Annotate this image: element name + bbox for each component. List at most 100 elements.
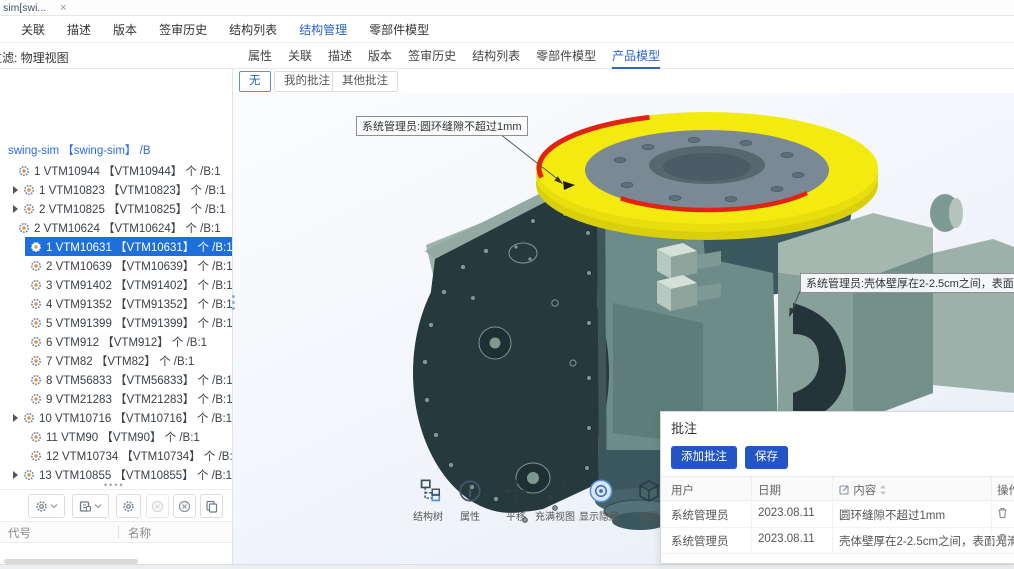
tree-item-label: 11 VTM90 【VTM90】 个 /B:1	[46, 429, 200, 445]
tree-item-vtm10631-selected[interactable]: 1 VTM10631 【VTM10631】 个 /B:1	[25, 237, 233, 256]
tree-item-vtm90[interactable]: 11 VTM90 【VTM90】 个 /B:1	[0, 427, 233, 446]
tree-item-vtm10823[interactable]: 1 VTM10823 【VTM10823】 个 /B:1	[0, 180, 233, 199]
app-window: sim[swi... × 属性 关联 描述 版本 签审历史 结构列表 结构管理 …	[0, 0, 1014, 569]
tool-pan-label: 平移	[506, 508, 526, 523]
annotation-row-2[interactable]: 系统管理员 2023.08.11 壳体壁厚在2-2.5cm之间，表面光滑无磨损	[661, 528, 1014, 554]
tree-item-vtm10716[interactable]: 10 VTM10716 【VTM10716】 个 /B:1	[0, 408, 233, 427]
tab-structure-list[interactable]: 结构列表	[472, 43, 520, 69]
menu-item-version[interactable]: 版本	[113, 21, 137, 38]
tab-properties[interactable]: 属性	[248, 43, 272, 69]
column-content-label: 内容	[853, 485, 876, 497]
column-actions[interactable]: 操作	[997, 482, 1014, 498]
tree-item-label: 12 VTM10734 【VTM10734】 个 /B:1	[46, 448, 233, 464]
tab-review-history[interactable]: 签审历史	[408, 43, 456, 69]
expand-arrow-icon[interactable]	[13, 205, 18, 213]
tree-item-vtm21283[interactable]: 9 VTM21283 【VTM21283】 个 /B:1	[0, 389, 233, 408]
tab-close-icon[interactable]: ×	[60, 2, 66, 14]
tool-view-label: 视图	[639, 508, 659, 523]
model-stub-a-cap	[949, 198, 963, 228]
expand-arrow-icon[interactable]	[13, 414, 18, 422]
tree-item-vtm91352[interactable]: 4 VTM91352 【VTM91352】 个 /B:1	[0, 294, 233, 313]
part-icon	[30, 260, 42, 272]
filter-none-button[interactable]: 无	[239, 71, 271, 92]
copy-button[interactable]	[200, 494, 223, 518]
delete-icon[interactable]	[997, 507, 1008, 519]
annotation-row-1[interactable]: 系统管理员 2023.08.11 圆环缝隙不超过1mm	[661, 502, 1014, 528]
tree-item-label: 5 VTM91399 【VTM91399】 个 /B:1	[46, 315, 233, 331]
menu-item-structure-list[interactable]: 结构列表	[229, 21, 277, 38]
tree-root-item[interactable]: swing-sim 【swing-sim】 /B	[8, 142, 151, 161]
circle-cross-icon	[151, 500, 164, 513]
browser-tab[interactable]: sim[swi... ×	[3, 1, 67, 15]
tab-version[interactable]: 版本	[368, 43, 392, 69]
tree-item-vtm10624[interactable]: 2 VTM10624 【VTM10624】 个 /B:1	[0, 218, 233, 237]
column-date[interactable]: 日期	[758, 482, 781, 498]
expand-arrow-icon[interactable]	[13, 186, 18, 194]
tree-item-vtm56833[interactable]: 8 VTM56833 【VTM56833】 个 /B:1	[0, 370, 233, 389]
tree-item-vtm91399[interactable]: 5 VTM91399 【VTM91399】 个 /B:1	[0, 313, 233, 332]
annotation-date: 2023.08.11	[758, 507, 815, 519]
tree-item-vtm912[interactable]: 6 VTM912 【VTM912】 个 /B:1	[0, 332, 233, 351]
save-button[interactable]: 保存	[745, 446, 788, 469]
part-icon	[30, 431, 42, 443]
annotation-actions	[997, 533, 1014, 548]
part-icon	[30, 336, 42, 348]
tree-item-vtm10639[interactable]: 2 VTM10639 【VTM10639】 个 /B:1	[0, 256, 233, 275]
annotation-date: 2023.08.11	[758, 533, 815, 545]
column-name[interactable]: 名称	[128, 525, 151, 541]
tab-description[interactable]: 描述	[328, 43, 352, 69]
part-icon	[23, 203, 35, 215]
stamp-menu-button[interactable]	[72, 494, 109, 518]
remove-button-disabled	[146, 494, 169, 518]
copy-icon	[205, 500, 218, 513]
callout-wall-thickness[interactable]: 系统管理员:壳体壁厚在2-2.5cm之间，表面光滑无磨损	[800, 273, 1014, 293]
annotation-actions	[997, 507, 1014, 522]
tree-item-label: 3 VTM91402 【VTM91402】 个 /B:1	[46, 277, 233, 293]
add-annotation-button[interactable]: 添加批注	[671, 446, 737, 469]
filter-label: 过滤: 物理视图	[0, 49, 69, 66]
column-divider[interactable]	[118, 525, 119, 539]
structure-tree-icon	[418, 478, 444, 504]
menu-item-description[interactable]: 描述	[67, 21, 91, 38]
parts-table-header: 代号 名称	[0, 521, 233, 543]
annotations-panel-title: 批注	[671, 418, 697, 437]
sub-header: 过滤: 物理视图 属性 关联 描述 版本 签审历史 结构列表 零部件模型 产品模…	[0, 43, 1014, 69]
menu-item-review-history[interactable]: 签审历史	[159, 21, 207, 38]
fit-view-icon	[544, 478, 570, 504]
tree-item-vtm91402[interactable]: 3 VTM91402 【VTM91402】 个 /B:1	[0, 275, 233, 294]
tree-item-vtm82[interactable]: 7 VTM82 【VTM82】 个 /B:1	[0, 351, 233, 370]
delete-icon[interactable]	[997, 533, 1008, 545]
tree-item-label: 1 VTM10631 【VTM10631】 个 /B:1	[46, 239, 233, 255]
gear-button[interactable]	[116, 494, 141, 518]
part-icon	[18, 165, 30, 177]
cancel-button[interactable]	[173, 494, 196, 518]
tree-item-vtm10825[interactable]: 2 VTM10825 【VTM10825】 个 /B:1	[0, 199, 233, 218]
show-hide-icon	[588, 478, 614, 504]
panel-collapse-handle[interactable]: ••••	[104, 483, 130, 487]
menu-item-relations[interactable]: 关联	[21, 21, 45, 38]
callout-ring-gap[interactable]: 系统管理员:圆环缝隙不超过1mm	[356, 116, 528, 136]
menu-item-part-model[interactable]: 零部件模型	[369, 21, 429, 38]
tree-item-label: 10 VTM10716 【VTM10716】 个 /B:1	[39, 410, 232, 426]
annotations-table-header: 用户 日期 内容 操作	[661, 476, 1014, 501]
tab-relations[interactable]: 关联	[288, 43, 312, 69]
info-icon	[457, 478, 483, 504]
sort-icon[interactable]	[879, 484, 887, 496]
tree-item-vtm10734[interactable]: 12 VTM10734 【VTM10734】 个 /B:1	[0, 446, 233, 465]
settings-menu-button[interactable]	[28, 494, 65, 518]
tree-item-vtm10944[interactable]: 1 VTM10944 【VTM10944】 个 /B:1	[0, 161, 233, 180]
column-code[interactable]: 代号	[8, 525, 31, 541]
menu-item-structure-management[interactable]: 结构管理	[299, 21, 347, 38]
expand-arrow-icon[interactable]	[13, 471, 18, 479]
tab-product-model[interactable]: 产品模型	[612, 43, 660, 69]
filter-my-annotations-button[interactable]: 我的批注	[274, 71, 340, 92]
filter-other-annotations-button[interactable]: 其他批注	[332, 71, 398, 92]
tab-part-model[interactable]: 零部件模型	[536, 43, 596, 69]
tool-properties-label: 属性	[460, 508, 480, 523]
detail-tabs: 属性 关联 描述 版本 签审历史 结构列表 零部件模型 产品模型	[248, 43, 660, 69]
annotation-filter-row: 无 我的批注 其他批注	[233, 69, 1014, 93]
column-content[interactable]: 内容	[839, 482, 887, 498]
column-user[interactable]: 用户	[671, 482, 694, 498]
panel-resize-handle[interactable]	[230, 295, 236, 315]
annotation-content: 壳体壁厚在2-2.5cm之间，表面光滑无磨损	[839, 533, 1014, 549]
